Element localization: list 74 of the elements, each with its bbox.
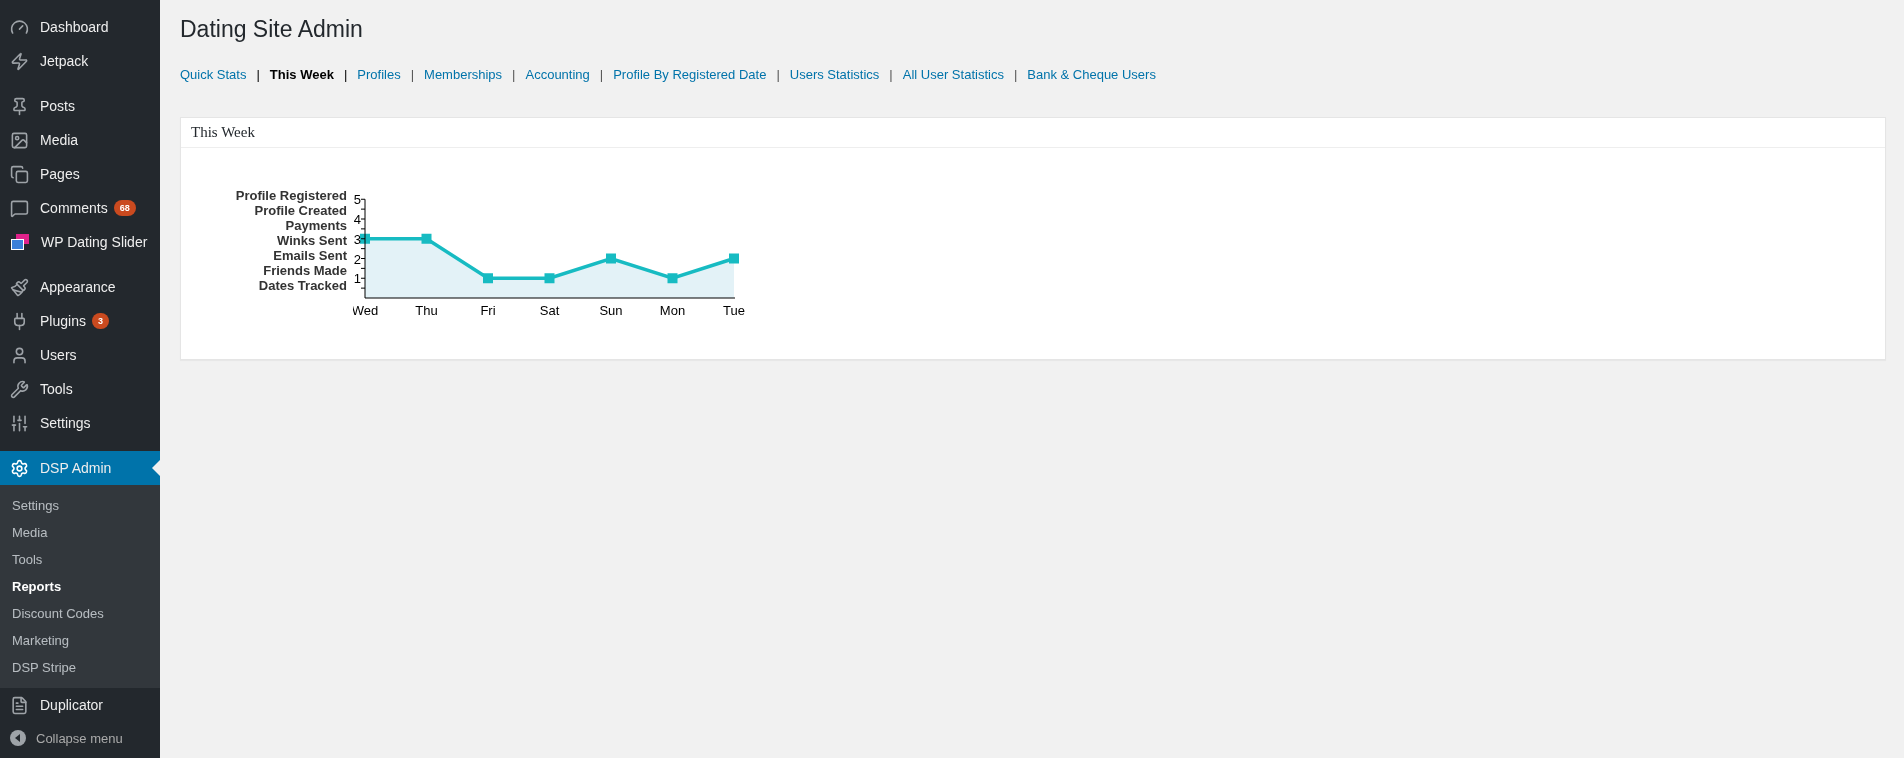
separator: |	[511, 67, 517, 82]
menu-item[interactable]: Dashboard	[0, 10, 160, 44]
y-tick-label: 4	[353, 212, 361, 227]
brush-icon	[10, 277, 29, 297]
x-tick-label: Sat	[539, 303, 560, 318]
count-badge: 68	[113, 200, 136, 216]
pin-icon	[10, 96, 29, 116]
tab-link[interactable]: All User Statistics	[902, 67, 1004, 82]
legend-label: Payments	[285, 218, 347, 233]
menu-item[interactable]: DSP Admin	[0, 451, 160, 485]
count-badge: 3	[91, 313, 109, 329]
x-tick-label: Thu	[415, 303, 438, 318]
submenu-item[interactable]: Discount Codes	[0, 600, 160, 627]
submenu-item[interactable]: DSP Stripe	[0, 654, 160, 681]
legend-label: Winks Sent	[277, 233, 347, 248]
y-tick-label: 1	[353, 271, 361, 287]
page-title: Dating Site Admin	[180, 16, 364, 44]
submenu-item[interactable]: Media	[0, 519, 160, 546]
user-icon	[10, 345, 29, 365]
bolt-icon	[10, 51, 29, 71]
x-tick-label: Tue	[723, 303, 745, 318]
menu-item[interactable]: Tools	[0, 372, 160, 406]
slides-icon	[10, 233, 30, 251]
image-icon	[10, 130, 29, 150]
separator: |	[598, 67, 605, 82]
separator: |	[255, 67, 261, 82]
tab-link[interactable]: Quick Stats	[180, 67, 247, 82]
tab-link[interactable]: Profiles	[357, 67, 401, 82]
legend-label: Emails Sent	[273, 248, 347, 263]
menu-item[interactable]: WP Dating Slider	[0, 225, 160, 259]
submenu-item[interactable]: Reports	[0, 573, 160, 600]
submenu-item[interactable]: Marketing	[0, 627, 160, 654]
legend-label: Dates Tracked	[258, 278, 347, 293]
menu-item[interactable]: Plugins 3	[0, 304, 160, 338]
menu-item[interactable]: Comments 68	[0, 191, 160, 225]
settings-icon	[10, 458, 29, 478]
menu-item[interactable]: Jetpack	[0, 44, 160, 78]
tab-link[interactable]: Memberships	[424, 67, 503, 82]
tab-link[interactable]: This Week	[269, 67, 334, 82]
sliders-icon	[10, 413, 29, 433]
gauge-icon	[10, 17, 29, 37]
legend-label: Profile Registered	[235, 188, 347, 203]
tab-link[interactable]: Accounting	[525, 67, 590, 82]
menu-item[interactable]: Duplicator	[0, 688, 160, 722]
menu-item[interactable]: Pages	[0, 157, 160, 191]
separator: |	[775, 67, 781, 82]
menu-item[interactable]: Posts	[0, 89, 160, 123]
legend-label: Friends Made	[263, 263, 347, 278]
x-tick-label: Sun	[599, 303, 623, 318]
tab-link[interactable]: Bank & Cheque Users	[1027, 67, 1156, 82]
y-tick-label: 5	[353, 192, 361, 208]
collapse-menu-button[interactable]: Collapse menu	[0, 722, 160, 754]
tab-link[interactable]: Profile By Registered Date	[613, 67, 767, 82]
separator: |	[409, 67, 416, 82]
menu-item[interactable]: Media	[0, 123, 160, 157]
card-title: This Week	[181, 118, 1885, 148]
document-icon	[10, 695, 29, 715]
menu-item[interactable]: Appearance	[0, 270, 160, 304]
collapse-icon	[10, 730, 26, 746]
wrench-icon	[10, 379, 29, 399]
legend-label: Profile Created	[254, 203, 347, 218]
separator: |	[1012, 67, 1019, 82]
menu-item[interactable]: Users	[0, 338, 160, 372]
pages-icon	[10, 164, 29, 184]
comment-icon	[10, 198, 29, 218]
tab-link[interactable]: Users Statistics	[789, 67, 880, 82]
separator: |	[342, 67, 349, 82]
x-tick-label: Fri	[480, 303, 496, 318]
menu-item[interactable]: Settings	[0, 406, 160, 440]
y-tick-label: 2	[353, 251, 361, 267]
submenu-item[interactable]: Tools	[0, 546, 160, 573]
submenu-item[interactable]: Settings	[0, 492, 160, 519]
separator: |	[888, 67, 894, 82]
x-tick-label: Mon	[659, 303, 686, 318]
